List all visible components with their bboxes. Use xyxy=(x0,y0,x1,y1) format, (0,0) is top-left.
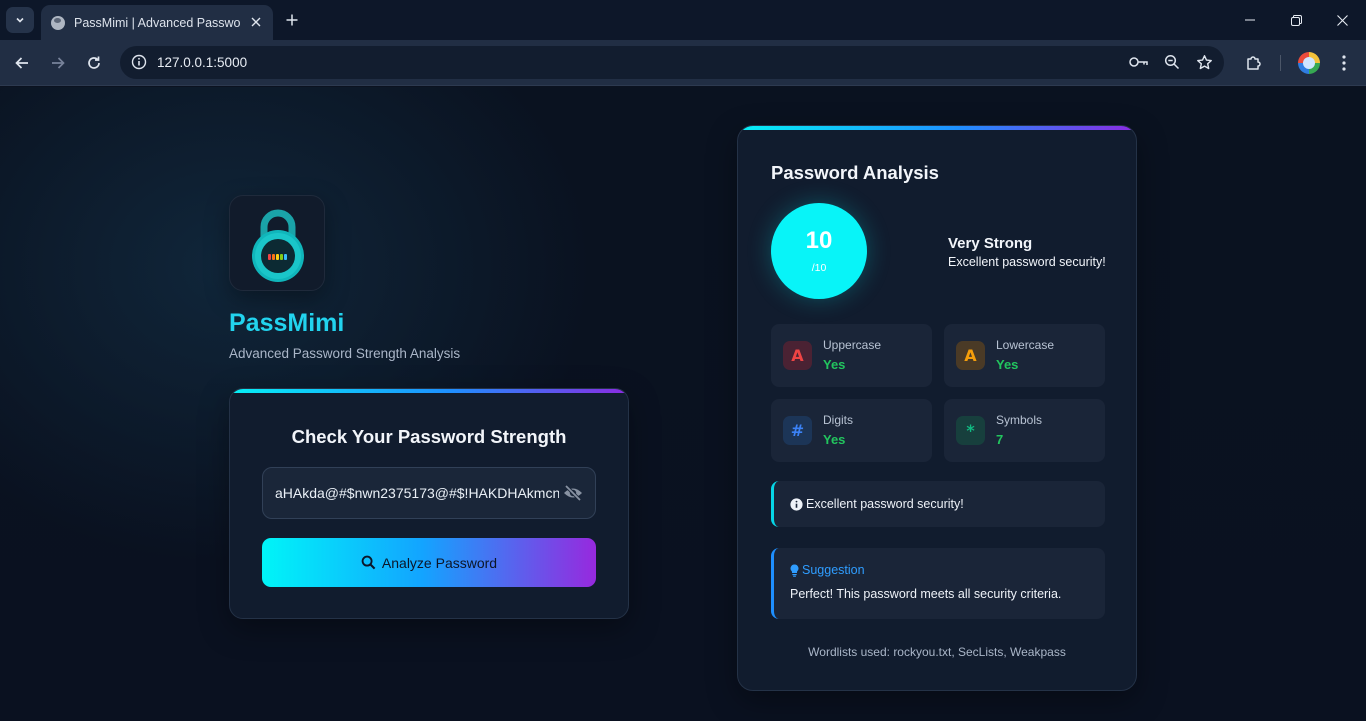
info-message: Excellent password security! xyxy=(806,497,964,511)
password-check-card: Check Your Password Strength Analyze Pas… xyxy=(229,388,629,619)
score-max: /10 xyxy=(811,262,827,274)
hash-icon: # xyxy=(783,416,812,445)
close-icon xyxy=(1336,14,1348,26)
criterion-value: Yes xyxy=(823,357,846,372)
lightbulb-icon xyxy=(790,564,799,577)
wordlists-note: Wordlists used: rockyou.txt, SecLists, W… xyxy=(808,645,1066,659)
zoom-icon[interactable] xyxy=(1161,51,1183,73)
suggestion-box: Suggestion Perfect! This password meets … xyxy=(771,548,1105,619)
score-circle: 10 /10 xyxy=(771,203,867,299)
extensions-button[interactable] xyxy=(1242,51,1266,75)
lowercase-icon: A xyxy=(956,341,985,370)
criterion-label: Uppercase xyxy=(823,338,882,352)
info-message-box: Excellent password security! xyxy=(771,481,1105,527)
browser-toolbar: 127.0.0.1:5000 xyxy=(0,40,1366,86)
app-logo xyxy=(229,195,325,291)
restore-button[interactable] xyxy=(1273,0,1319,40)
info-circle-icon xyxy=(790,497,803,511)
info-icon[interactable] xyxy=(128,51,150,73)
menu-button[interactable] xyxy=(1332,51,1356,75)
criterion-digits: # Digits Yes xyxy=(771,399,932,462)
toolbar-divider xyxy=(1280,55,1281,71)
plus-icon xyxy=(286,14,298,26)
app-name: PassMimi xyxy=(229,309,345,337)
criterion-value: 7 xyxy=(996,432,1004,447)
url-text[interactable]: 127.0.0.1:5000 xyxy=(157,55,247,70)
reload-icon xyxy=(88,56,100,69)
forward-button[interactable] xyxy=(46,51,70,75)
suggestion-text: Perfect! This password meets all securit… xyxy=(790,587,1062,601)
minimize-button[interactable] xyxy=(1227,0,1273,40)
padlock-logo-icon xyxy=(252,209,304,282)
puzzle-icon xyxy=(1247,56,1261,70)
strength-description: Excellent password security! xyxy=(948,255,1106,269)
uppercase-icon: A xyxy=(783,341,812,370)
tab-search-button[interactable] xyxy=(6,7,34,33)
eye-slash-icon xyxy=(564,485,582,501)
page-content: PassMimi Advanced Password Strength Anal… xyxy=(0,87,1366,721)
analysis-title: Password Analysis xyxy=(771,162,939,183)
restore-icon xyxy=(1290,14,1302,26)
tab-close-button[interactable] xyxy=(248,14,264,30)
app-tagline: Advanced Password Strength Analysis xyxy=(229,346,461,361)
check-card-title: Check Your Password Strength xyxy=(291,426,567,447)
criterion-uppercase: A Uppercase Yes xyxy=(771,324,932,387)
star-icon[interactable] xyxy=(1193,51,1215,73)
globe-icon xyxy=(51,15,65,30)
card-accent-bar xyxy=(230,389,628,393)
tab-title: PassMimi | Advanced Password Strength An… xyxy=(74,15,240,30)
back-button[interactable] xyxy=(10,51,34,75)
arrow-right-icon xyxy=(52,57,65,69)
browser-tabstrip: PassMimi | Advanced Password Strength An… xyxy=(0,0,1366,40)
profile-avatar[interactable] xyxy=(1298,52,1320,74)
window-close-button[interactable] xyxy=(1319,0,1365,40)
strength-label: Very Strong xyxy=(948,235,1033,252)
close-icon xyxy=(251,17,261,27)
arrow-left-icon xyxy=(15,57,28,69)
suggestion-header: Suggestion xyxy=(790,563,865,577)
chevron-down-icon xyxy=(16,17,24,23)
analyze-password-button[interactable]: Analyze Password xyxy=(262,538,596,587)
criterion-lowercase: A Lowercase Yes xyxy=(944,324,1105,387)
search-icon xyxy=(361,555,376,570)
analyze-button-label: Analyze Password xyxy=(381,554,498,571)
criterion-label: Symbols xyxy=(996,413,1043,427)
card-accent-bar xyxy=(738,126,1136,130)
password-input[interactable] xyxy=(262,467,596,519)
criterion-value: Yes xyxy=(823,432,846,447)
criterion-label: Lowercase xyxy=(996,338,1055,352)
reload-button[interactable] xyxy=(82,51,106,75)
criterion-value: Yes xyxy=(996,357,1019,372)
browser-tab[interactable]: PassMimi | Advanced Password Strength An… xyxy=(41,5,273,40)
suggestion-title: Suggestion xyxy=(802,563,865,577)
criterion-label: Digits xyxy=(823,413,854,427)
new-tab-button[interactable] xyxy=(282,10,302,30)
address-bar[interactable]: 127.0.0.1:5000 xyxy=(120,46,1224,79)
criterion-symbols: * Symbols 7 xyxy=(944,399,1105,462)
key-icon[interactable] xyxy=(1128,51,1150,73)
password-analysis-card: Password Analysis 10 /10 Very Strong Exc… xyxy=(737,125,1137,691)
score-value: 10 xyxy=(805,227,833,254)
toggle-visibility-button[interactable] xyxy=(562,484,584,502)
more-vertical-icon xyxy=(1342,55,1346,71)
minimize-icon xyxy=(1245,19,1255,21)
asterisk-icon: * xyxy=(956,416,985,445)
